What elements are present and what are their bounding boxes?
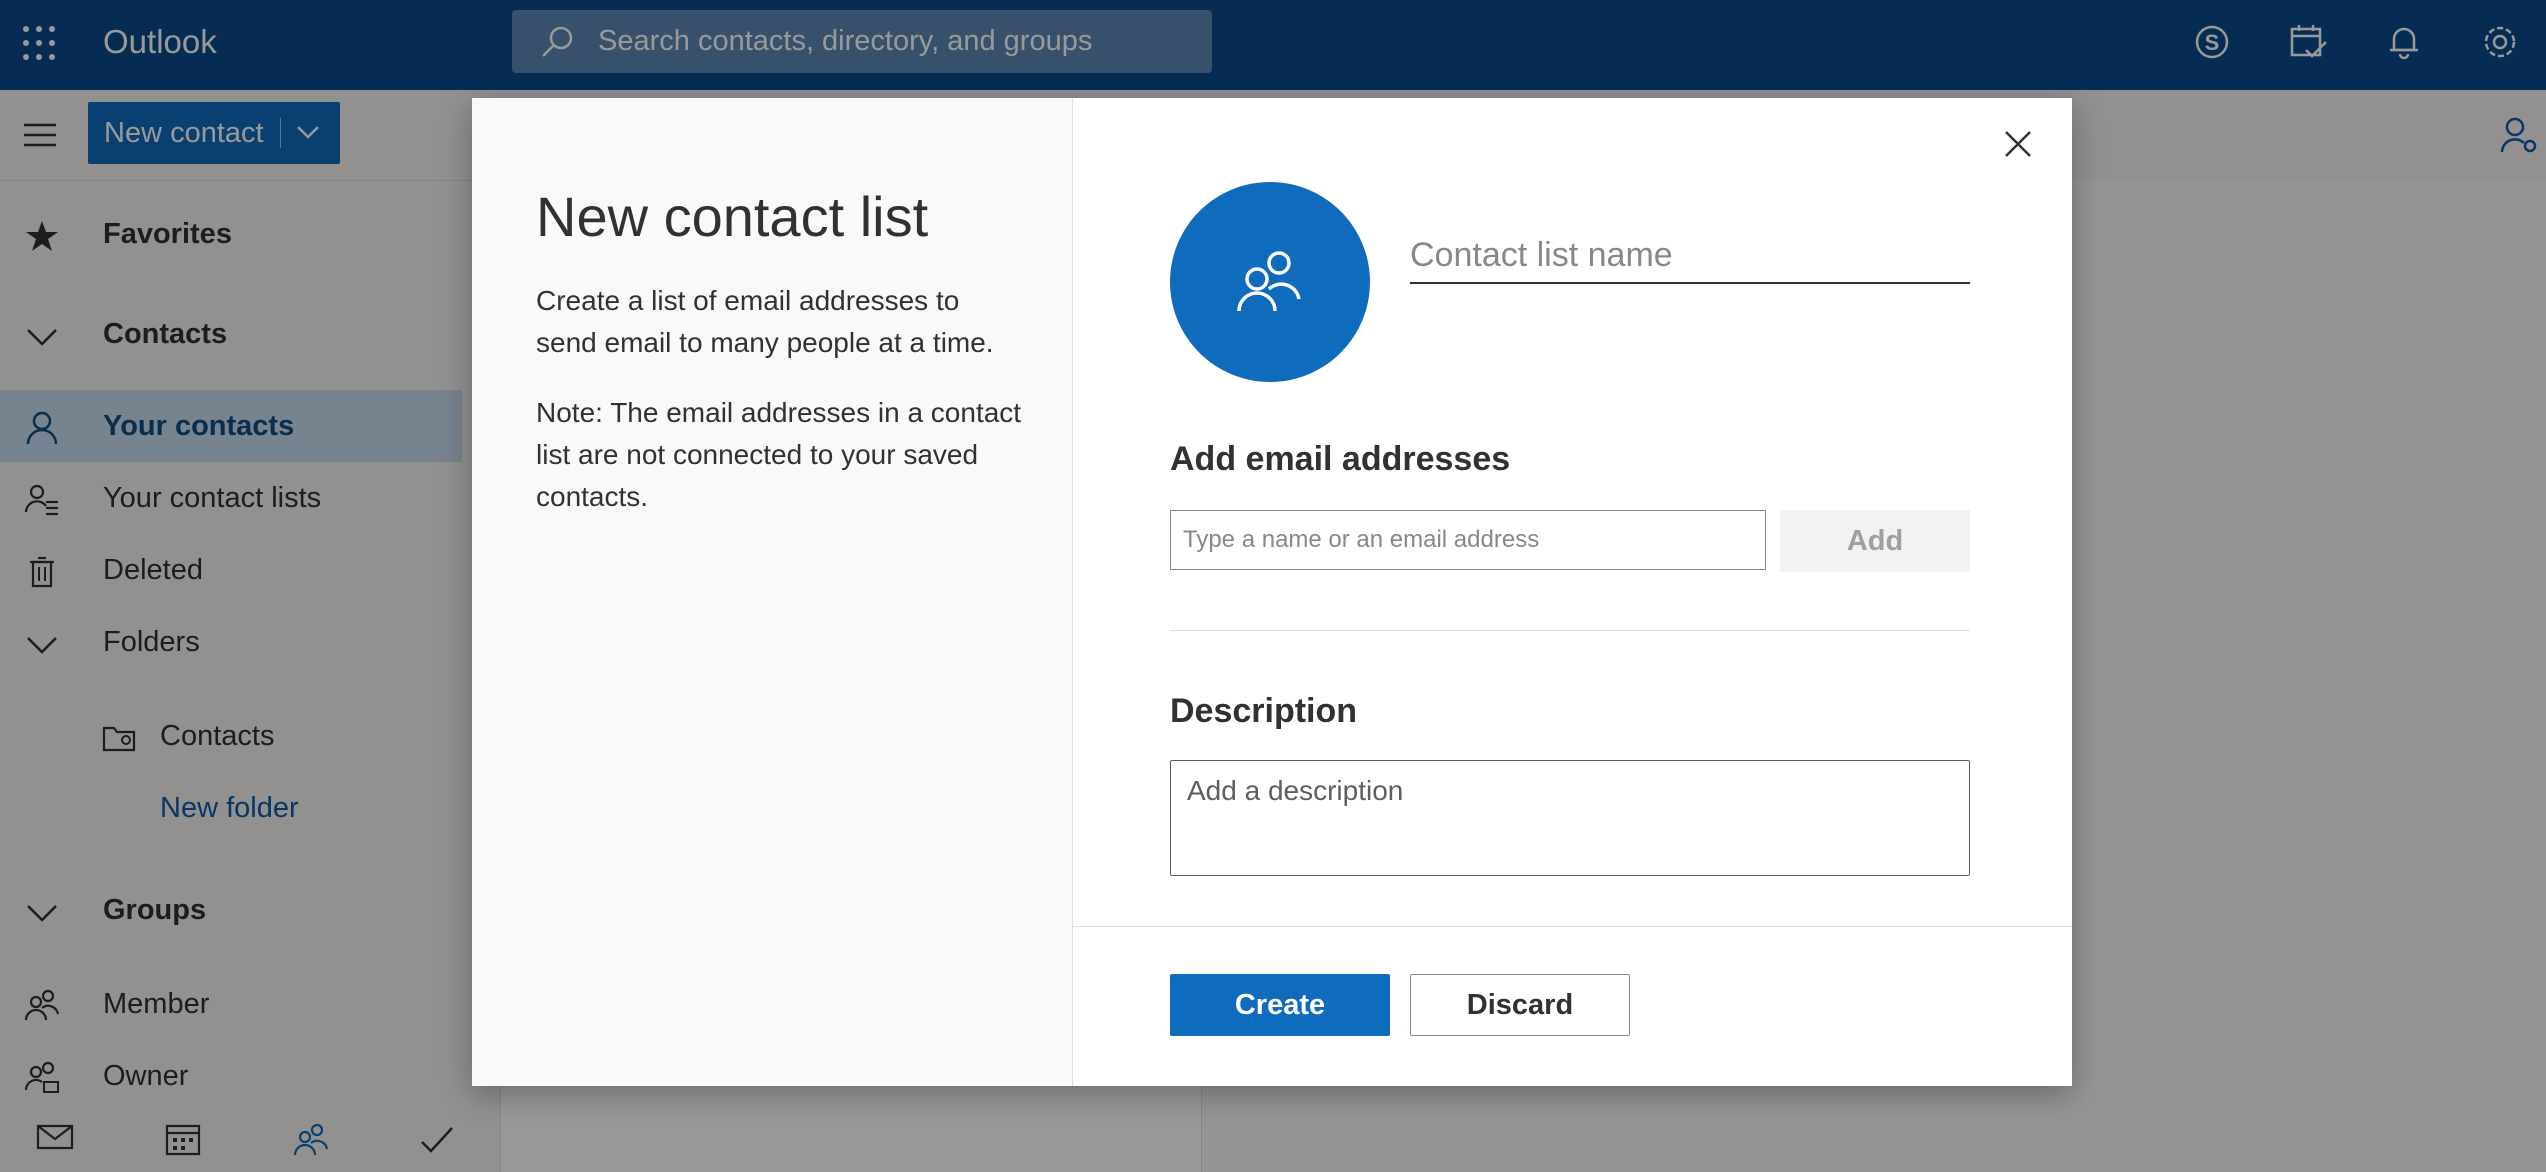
new-contact-list-dialog: New contact list Create a list of email … [472, 98, 2072, 1086]
section-divider [1170, 630, 1970, 631]
people-icon [1237, 251, 1301, 312]
add-email-heading: Add email addresses [1170, 440, 1511, 478]
add-email-button[interactable]: Add [1780, 510, 1970, 572]
dialog-description: Create a list of email addresses to send… [536, 285, 994, 358]
description-textarea[interactable] [1170, 760, 1970, 876]
create-button[interactable]: Create [1170, 974, 1390, 1036]
dialog-title: New contact list [536, 185, 929, 248]
dialog-info-panel: New contact list Create a list of email … [472, 98, 1073, 1086]
close-icon[interactable] [1998, 124, 2038, 164]
discard-button[interactable]: Discard [1410, 974, 1630, 1036]
footer-divider [1073, 926, 2072, 927]
dialog-note: Note: The email addresses in a contact l… [536, 397, 1022, 512]
email-address-input[interactable] [1170, 510, 1766, 570]
description-heading: Description [1170, 692, 1358, 730]
contact-list-avatar [1170, 182, 1370, 382]
contact-list-name-input[interactable] [1410, 228, 1970, 284]
